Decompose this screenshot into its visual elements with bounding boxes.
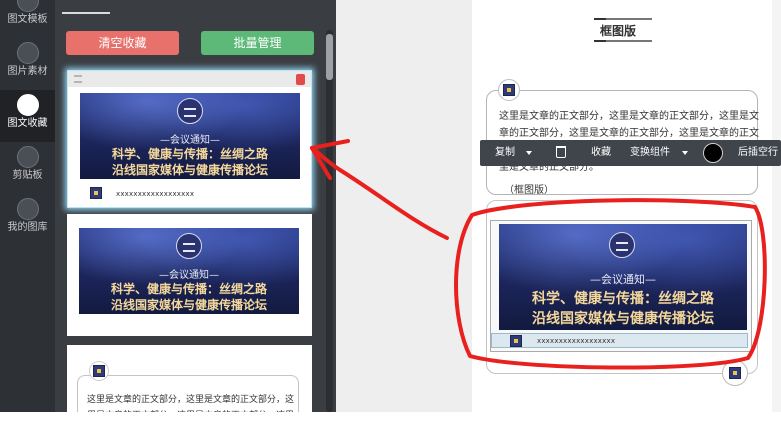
banner-notice: —会议通知— [160,135,220,146]
canvas-gap [336,0,472,412]
banner-title-line1: 科学、健康与传播：丝绸之路 [110,282,267,296]
component-toolbar: 复制 收藏 变换组件 后插空行 [480,140,781,166]
app-window: 图文模板 图片素材 图文收藏 剪贴板 我的图库 清空收藏 批量管理 —会议通知—… [0,0,781,425]
delete-icon[interactable] [296,74,305,85]
template-icon [17,0,39,12]
editor-scrollbar[interactable] [772,0,781,412]
sidebar-item-label: 图文模板 [7,14,48,25]
qrcode-icon [93,365,105,377]
card-toolbar [68,71,311,87]
sidebar-item-label: 图片素材 [7,66,48,77]
chevron-down-icon[interactable] [526,151,532,155]
sidebar-item-clipboard[interactable]: 剪贴板 [0,142,55,194]
banner-title-line1: 科学、健康与传播：丝绸之路 [532,291,714,307]
sidebar-item-favorites[interactable]: 图文收藏 [0,90,55,142]
sidebar-item-images[interactable]: 图片素材 [0,38,55,90]
banner-caption: xxxxxxxxxxxxxxxxxx [537,337,616,345]
qrcode-icon [90,187,102,199]
batch-manage-button[interactable]: 批量管理 [201,31,314,55]
logo-icon [176,233,202,259]
banner-title-line1: 科学、健康与传播：丝绸之路 [111,147,268,161]
sidebar-item-label: 图文收藏 [7,118,48,129]
image-icon [17,42,39,64]
banner-title-line2: 沿线国家媒体与健康传播论坛 [532,311,714,327]
article-tail[interactable]: （框图版） [504,181,554,196]
drag-handle-icon[interactable] [74,75,82,83]
title-decoration [594,18,652,20]
clear-favorites-button[interactable]: 清空收藏 [66,31,179,55]
insert-blank-line-button[interactable]: 后插空行 [738,147,778,159]
banner-notice: —会议通知— [590,273,656,286]
qrcode-icon [510,335,522,347]
conference-banner: —会议通知— 科学、健康与传播：丝绸之路 沿线国家媒体与健康传播论坛 [80,93,300,179]
favorites-scroll-thumb[interactable] [326,34,333,80]
favorite-button[interactable]: 收藏 [591,147,611,159]
transform-component-button[interactable]: 变换组件 [630,147,670,159]
clipboard-icon [17,146,39,168]
bottom-strip [0,412,781,425]
favorite-card[interactable]: —会议通知— 科学、健康与传播：丝绸之路 沿线国家媒体与健康传播论坛 [67,214,312,336]
logo-icon [177,98,203,124]
left-nav-bar: 图文模板 图片素材 图文收藏 剪贴板 我的图库 [0,0,55,412]
color-picker-button[interactable] [703,143,723,163]
favorite-card[interactable]: —会议通知— 科学、健康与传播：丝绸之路 沿线国家媒体与健康传播论坛 xxxxx… [67,70,312,208]
tab-indicator [62,12,110,14]
qrcode-icon [503,84,515,96]
title-decoration [594,40,652,42]
banner-notice: —会议通知— [159,270,219,281]
conference-banner: —会议通知— 科学、健康与传播：丝绸之路 沿线国家媒体与健康传播论坛 [79,228,299,314]
sidebar-item-template[interactable]: 图文模板 [0,0,55,38]
trash-icon[interactable] [556,146,566,158]
banner-caption-bar [491,333,748,348]
qrcode-icon [729,367,741,379]
favorites-scrollbar[interactable] [326,30,333,412]
banner-title-line2: 沿线国家媒体与健康传播论坛 [111,163,268,177]
sidebar-item-gallery[interactable]: 我的图库 [0,194,55,246]
conference-banner[interactable]: —会议通知— 科学、健康与传播：丝绸之路 沿线国家媒体与健康传播论坛 [499,224,747,330]
banner-title-line2: 沿线国家媒体与健康传播论坛 [110,298,267,312]
logo-icon [609,232,635,258]
section-title: 框图版 [600,24,637,38]
copy-button[interactable]: 复制 [495,147,515,159]
card-caption: xxxxxxxxxxxxxxxxxx [116,190,195,198]
sidebar-item-label: 剪贴板 [12,170,43,181]
gallery-icon [17,198,39,220]
sidebar-item-label: 我的图库 [7,222,48,233]
chevron-down-icon[interactable] [682,151,688,155]
favorite-icon [17,94,39,116]
